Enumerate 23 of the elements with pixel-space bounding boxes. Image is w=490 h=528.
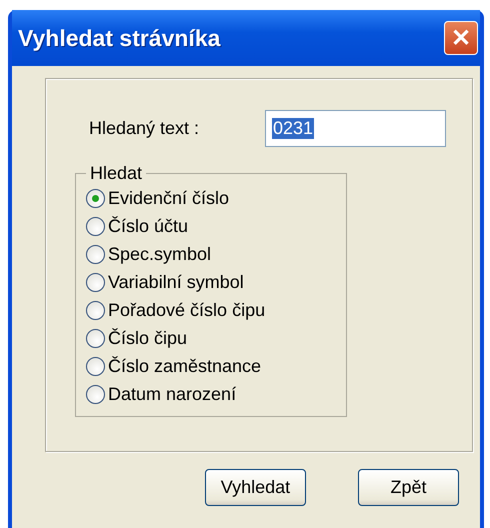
group-title: Hledat [89,163,144,184]
radio-label: Datum narození [108,384,236,404]
radio-button[interactable] [86,328,105,348]
radio-label: Číslo čipu [108,328,188,348]
radio-label: Pořadové číslo čipu [108,300,266,320]
window-title: Vyhledat strávníka [18,24,220,52]
radio-label: Číslo zaměstnance [108,356,262,376]
radio-button[interactable] [86,300,105,320]
radio-label: Variabilní symbol [108,272,244,292]
radio-button[interactable] [86,272,105,292]
close-button[interactable]: ✕ [444,21,478,55]
back-button[interactable]: Zpět [358,469,459,506]
radio-button[interactable] [86,188,105,208]
radio-button[interactable] [86,216,105,236]
search-button[interactable]: Vyhledat [205,469,306,506]
field-label: Hledaný text : [89,118,200,139]
radio-label: Číslo účtu [108,216,188,236]
radio-label: Evidenční číslo [108,188,230,208]
radio-button[interactable] [86,244,105,264]
radio-label: Spec.symbol [108,244,212,264]
search-field[interactable]: 0231 [265,110,446,147]
radio-button[interactable] [86,356,105,376]
radio-button[interactable] [86,384,105,404]
